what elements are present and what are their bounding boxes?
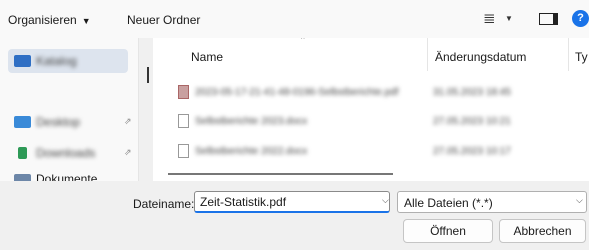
download-icon (18, 147, 27, 159)
sidebar-item-downloads[interactable]: Downloads (14, 142, 95, 164)
filename-input[interactable]: Zeit-Statistik.pdf (194, 191, 390, 213)
file-name: Selbstberichte 2022.docx (195, 145, 308, 157)
column-divider[interactable] (568, 38, 569, 71)
column-header-date[interactable]: Änderungsdatum (435, 50, 526, 64)
documents-icon (14, 174, 31, 181)
column-divider[interactable] (427, 38, 428, 71)
file-list: Name ˆ Änderungsdatum Ty 2023-05-17-21-4… (153, 38, 589, 181)
filetype-select[interactable]: Alle Dateien (*.*) (397, 191, 587, 213)
sidebar-item-label: Dokumente (36, 172, 98, 181)
file-date: 31.05.2023 18:45 (433, 86, 511, 98)
new-folder-button[interactable]: Neuer Ordner (127, 13, 200, 27)
sort-ascending-icon: ˆ (301, 38, 305, 48)
sidebar-item-desktop[interactable]: Desktop (14, 111, 80, 133)
organize-label: Organisieren (8, 13, 77, 27)
column-header-name[interactable]: Name (191, 50, 223, 64)
file-date: 27.05.2023 10:21 (433, 115, 511, 127)
file-date: 27.05.2023 10:17 (433, 145, 511, 157)
sidebar-item-label: Katalog (36, 54, 77, 68)
document-file-icon (178, 144, 189, 158)
folder-icon (14, 55, 31, 67)
sidebar-item-katalog[interactable]: Katalog (8, 49, 128, 73)
sidebar-item-label: Desktop (36, 115, 81, 129)
vertical-scrollbar[interactable] (147, 67, 149, 83)
chevron-down-icon: ▼ (81, 16, 91, 26)
preview-pane-icon[interactable] (539, 13, 558, 25)
navigation-pane: Katalog Desktop ⇗ Downloads ⇗ Dokumente (0, 38, 139, 181)
dialog-footer: Dateiname: Zeit-Statistik.pdf ⌵ Alle Dat… (0, 181, 589, 250)
cancel-button[interactable]: Abbrechen (499, 219, 586, 243)
file-name: 2023-05-17-21-41-48-0196-Selbstberichte.… (195, 86, 399, 98)
desktop-icon (14, 116, 31, 128)
pin-icon: ⇗ (124, 147, 132, 157)
pdf-file-icon (178, 85, 189, 99)
table-row[interactable]: Selbstberichte 2022.docx 27.05.2023 10:1… (178, 142, 589, 160)
organize-button[interactable]: Organisieren ▼ (8, 13, 91, 27)
pin-icon: ⇗ (124, 116, 132, 126)
view-chevron-down-icon[interactable]: ▼ (505, 14, 513, 23)
filename-label: Dateiname: (133, 197, 195, 211)
sidebar-item-label: Downloads (36, 146, 96, 160)
sidebar-item-dokumente[interactable]: Dokumente (14, 171, 97, 181)
view-options-icon[interactable]: ≣ (483, 9, 496, 27)
table-row[interactable]: Selbstberichte 2023.docx 27.05.2023 10:2… (178, 112, 589, 130)
filename-dropdown-icon[interactable]: ⌵ (382, 195, 389, 206)
column-header-type[interactable]: Ty (575, 50, 588, 64)
toolbar: Organisieren ▼ Neuer Ordner ≣ ▼ ? (0, 0, 589, 38)
filetype-dropdown-icon[interactable]: ⌵ (576, 195, 583, 206)
help-icon[interactable]: ? (572, 10, 589, 27)
file-name: Selbstberichte 2023.docx (195, 115, 308, 127)
horizontal-scrollbar[interactable] (168, 173, 393, 175)
table-row[interactable]: 2023-05-17-21-41-48-0196-Selbstberichte.… (178, 83, 589, 101)
document-file-icon (178, 114, 189, 128)
open-button[interactable]: Öffnen (403, 219, 493, 243)
